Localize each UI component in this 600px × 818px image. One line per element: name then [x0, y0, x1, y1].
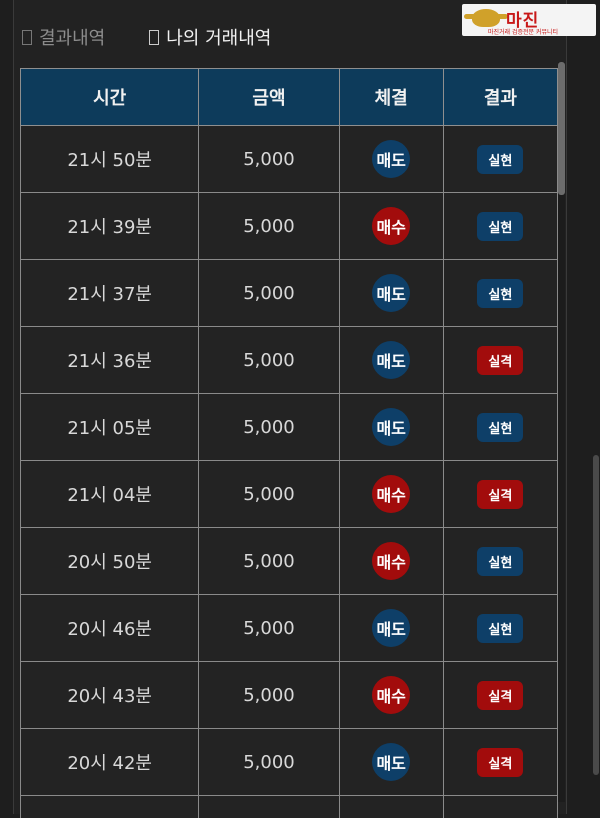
cell-time: 21시 04분: [21, 461, 199, 528]
table-row: 21시 36분5,000 매도 실격: [21, 327, 558, 394]
cell-empty: [199, 796, 339, 818]
cell-amount: 5,000: [199, 193, 339, 260]
trade-type-badge: 매도: [372, 274, 410, 312]
cell-amount: 5,000: [199, 729, 339, 796]
trade-type-badge: 매도: [372, 743, 410, 781]
table-row: 20시 46분5,000 매도 실현: [21, 595, 558, 662]
table-row: 21시 04분5,000 매수 실격: [21, 461, 558, 528]
site-logo: 마진 마진거래 검증전문 커뮤니티: [462, 4, 596, 36]
cell-trade: 매수: [339, 193, 443, 260]
table-row: 20시 50분5,000 매수 실현: [21, 528, 558, 595]
cell-trade: 매도: [339, 260, 443, 327]
cell-time: 21시 39분: [21, 193, 199, 260]
cell-amount: 5,000: [199, 461, 339, 528]
cell-amount: 5,000: [199, 662, 339, 729]
table-row: 20시 43분5,000 매수 실격: [21, 662, 558, 729]
cell-amount: 5,000: [199, 394, 339, 461]
result-badge: 실격: [477, 748, 523, 777]
cell-result: 실격: [443, 662, 557, 729]
trade-type-badge: 매수: [372, 676, 410, 714]
cell-trade: 매도: [339, 126, 443, 193]
cell-trade: 매도: [339, 327, 443, 394]
cell-amount: 5,000: [199, 126, 339, 193]
table-row: 20시 42분5,000 매도 실격: [21, 729, 558, 796]
trade-history-table: 시간 금액 체결 결과 21시 50분5,000매도실현21시 39분5,000…: [20, 68, 558, 818]
trade-type-badge: 매도: [372, 609, 410, 647]
tab-bar: 결과내역 나의 거래내역: [22, 22, 315, 52]
result-badge: 실현: [477, 212, 523, 241]
trade-type-badge: 매도: [372, 140, 410, 178]
cell-time: 21시 36분: [21, 327, 199, 394]
cell-result: 실격: [443, 461, 557, 528]
cell-amount: 5,000: [199, 595, 339, 662]
cell-time: 20시 43분: [21, 662, 199, 729]
header-amount: 금액: [199, 69, 339, 126]
cell-result: 실현: [443, 260, 557, 327]
tab-label: 결과내역: [39, 24, 105, 50]
cell-trade: 매수: [339, 662, 443, 729]
result-badge: 실격: [477, 480, 523, 509]
result-badge: 실현: [477, 547, 523, 576]
result-badge: 실현: [477, 279, 523, 308]
trade-type-badge: 매도: [372, 408, 410, 446]
cell-amount: 5,000: [199, 260, 339, 327]
cell-amount: 5,000: [199, 327, 339, 394]
tab-label: 나의 거래내역: [166, 24, 271, 50]
cell-time: 21시 37분: [21, 260, 199, 327]
cell-time: 20시 42분: [21, 729, 199, 796]
table-header-row: 시간 금액 체결 결과: [21, 69, 558, 126]
tab-checkbox-icon: [149, 30, 159, 45]
header-time: 시간: [21, 69, 199, 126]
cell-trade: 매수: [339, 461, 443, 528]
logo-tagline: 마진거래 검증전문 커뮤니티: [488, 27, 558, 36]
tab-result-history[interactable]: 결과내역: [22, 22, 105, 52]
cell-empty: [339, 796, 443, 818]
table-row: 21시 50분5,000 매도 실현: [21, 126, 558, 193]
tab-my-trades[interactable]: 나의 거래내역: [149, 22, 271, 52]
tab-checkbox-icon: [22, 30, 32, 45]
trade-type-badge: 매도: [372, 341, 410, 379]
result-badge: 실격: [477, 681, 523, 710]
result-badge: 실현: [477, 413, 523, 442]
cell-result: 실현: [443, 595, 557, 662]
table-row-partial: [21, 796, 558, 818]
cell-result: 실현: [443, 126, 557, 193]
cell-time: 20시 50분: [21, 528, 199, 595]
cell-trade: 매도: [339, 394, 443, 461]
result-badge: 실격: [477, 346, 523, 375]
header-result: 결과: [443, 69, 557, 126]
trade-type-badge: 매수: [372, 542, 410, 580]
cell-result: 실격: [443, 327, 557, 394]
cell-result: 실현: [443, 528, 557, 595]
cell-trade: 매도: [339, 595, 443, 662]
cell-trade: 매도: [339, 729, 443, 796]
cell-time: 20시 46분: [21, 595, 199, 662]
page-scrollbar-thumb[interactable]: [593, 455, 599, 775]
cell-trade: 매수: [339, 528, 443, 595]
cell-result: 실현: [443, 193, 557, 260]
table-row: 21시 37분5,000 매도 실현: [21, 260, 558, 327]
cell-time: 21시 50분: [21, 126, 199, 193]
trade-type-badge: 매수: [372, 207, 410, 245]
table-row: 21시 05분5,000 매도 실현: [21, 394, 558, 461]
cell-time: 21시 05분: [21, 394, 199, 461]
result-badge: 실현: [477, 614, 523, 643]
cell-result: 실격: [443, 729, 557, 796]
result-badge: 실현: [477, 145, 523, 174]
cell-amount: 5,000: [199, 528, 339, 595]
eagle-emblem-icon: [472, 9, 500, 27]
cell-empty: [21, 796, 199, 818]
scrollbar-thumb[interactable]: [558, 62, 565, 195]
header-trade: 체결: [339, 69, 443, 126]
cell-empty: [443, 796, 557, 818]
table-row: 21시 39분5,000 매수 실현: [21, 193, 558, 260]
cell-result: 실현: [443, 394, 557, 461]
trade-type-badge: 매수: [372, 475, 410, 513]
